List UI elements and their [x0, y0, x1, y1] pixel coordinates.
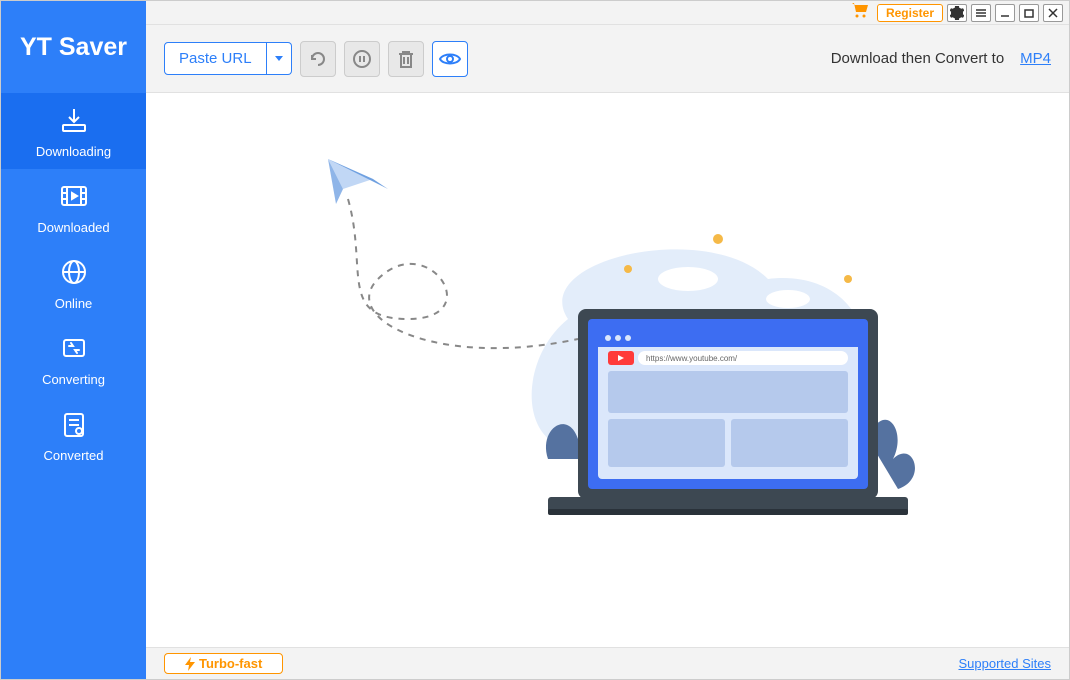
- illustration-url: https://www.youtube.com/: [646, 354, 738, 363]
- sidebar-item-label: Online: [55, 296, 93, 311]
- sidebar-item-label: Converted: [44, 448, 104, 463]
- film-icon: [58, 180, 90, 212]
- clipboard-icon: [58, 408, 90, 440]
- gear-icon[interactable]: [947, 4, 967, 22]
- undo-icon: [308, 49, 328, 69]
- sidebar-item-label: Downloaded: [37, 220, 109, 235]
- sidebar-item-converted[interactable]: Converted: [1, 397, 146, 473]
- pause-button[interactable]: [344, 41, 380, 77]
- trash-icon: [397, 49, 415, 69]
- chevron-down-icon: [275, 56, 283, 62]
- register-button[interactable]: Register: [877, 4, 943, 22]
- menu-icon[interactable]: [971, 4, 991, 22]
- preview-button[interactable]: [432, 41, 468, 77]
- app-root: YT Saver Downloading Downloaded Online: [0, 0, 1070, 680]
- refresh-icon: [58, 332, 90, 364]
- paste-url-group: Paste URL: [164, 42, 292, 75]
- app-title: YT Saver: [20, 33, 127, 62]
- empty-state-illustration: https://www.youtube.com/: [288, 139, 928, 559]
- sidebar-nav: Downloading Downloaded Online Converting: [1, 93, 146, 679]
- paste-url-button[interactable]: Paste URL: [164, 42, 267, 75]
- turbo-label: Turbo-fast: [199, 656, 262, 671]
- undo-button[interactable]: [300, 41, 336, 77]
- logo-area: YT Saver: [1, 1, 146, 93]
- sidebar-item-converting[interactable]: Converting: [1, 321, 146, 397]
- sidebar-item-downloading[interactable]: Downloading: [1, 93, 146, 169]
- convert-format-link[interactable]: MP4: [1020, 50, 1051, 67]
- globe-icon: [58, 256, 90, 288]
- footer: Turbo-fast Supported Sites: [146, 647, 1069, 679]
- turbo-fast-button[interactable]: Turbo-fast: [164, 653, 283, 674]
- toolbar: Paste URL Download then Convert to MP4: [146, 25, 1069, 93]
- sidebar: YT Saver Downloading Downloaded Online: [1, 1, 146, 679]
- main-area: Register Paste URL: [146, 1, 1069, 679]
- eye-icon: [439, 51, 461, 67]
- sidebar-item-label: Downloading: [36, 144, 111, 159]
- maximize-icon[interactable]: [1019, 4, 1039, 22]
- paste-url-dropdown[interactable]: [267, 42, 292, 75]
- convert-prefix-label: Download then Convert to: [831, 50, 1004, 67]
- titlebar: Register: [146, 1, 1069, 25]
- sidebar-item-label: Converting: [42, 372, 105, 387]
- pause-icon: [352, 49, 372, 69]
- delete-button[interactable]: [388, 41, 424, 77]
- supported-sites-link[interactable]: Supported Sites: [958, 656, 1051, 671]
- minimize-icon[interactable]: [995, 4, 1015, 22]
- cart-icon[interactable]: [851, 2, 869, 23]
- sidebar-item-downloaded[interactable]: Downloaded: [1, 169, 146, 245]
- lightning-icon: [185, 657, 195, 671]
- content-area: https://www.youtube.com/: [146, 93, 1069, 647]
- sidebar-item-online[interactable]: Online: [1, 245, 146, 321]
- close-icon[interactable]: [1043, 4, 1063, 22]
- download-icon: [58, 104, 90, 136]
